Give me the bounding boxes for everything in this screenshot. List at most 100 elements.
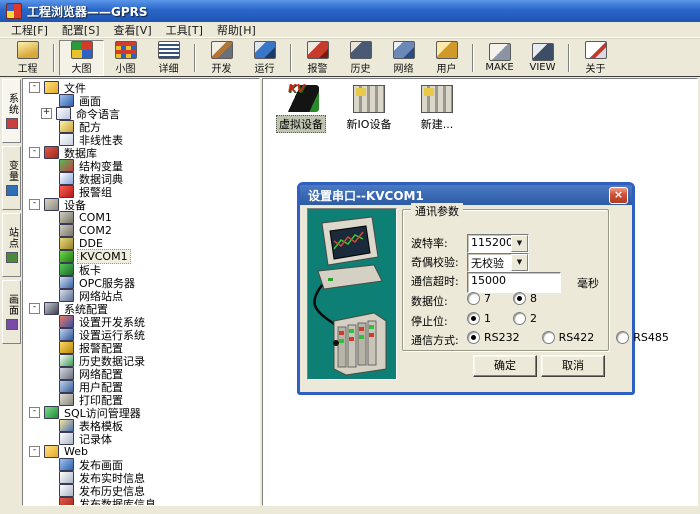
toolbar-button-详细[interactable]: 详细 <box>147 41 190 75</box>
radio-label: 7 <box>484 292 491 305</box>
toolbar-button-网络[interactable]: 网络 <box>382 41 425 75</box>
tree-item-报警组[interactable]: 报警组 <box>23 185 259 198</box>
tree-item-label: 发布数据库信息 <box>77 496 158 507</box>
com-port-icon <box>59 211 74 224</box>
toolbar-separator <box>290 44 292 72</box>
menu-item[interactable]: 帮助[H] <box>210 22 263 38</box>
publish-screen-icon <box>59 458 74 471</box>
dialog-titlebar[interactable]: 设置串口--KVCOM1 × <box>300 185 632 205</box>
opc-server-icon <box>59 276 74 289</box>
dev-system-icon <box>59 315 74 328</box>
menu-item[interactable]: 工具[T] <box>159 22 210 38</box>
menu-item[interactable]: 配置[S] <box>55 22 107 38</box>
timeout-input[interactable]: 15000 <box>467 272 561 293</box>
stop-bits-option-1[interactable]: 1 <box>467 312 491 325</box>
device-item-新IO设备[interactable]: 新IO设备 <box>341 83 397 133</box>
close-icon[interactable]: × <box>609 187 628 204</box>
screen-icon <box>59 94 74 107</box>
tree-item-Web[interactable]: -Web <box>23 445 259 458</box>
radio-icon <box>542 331 555 344</box>
tree-item-结构变量[interactable]: 结构变量 <box>23 159 259 172</box>
radio-icon <box>467 331 480 344</box>
side-tab-strip: 系统变量站点画面 <box>0 78 21 512</box>
tree-item-DDE[interactable]: DDE <box>23 237 259 250</box>
tree-item-网络站点[interactable]: 网络站点 <box>23 289 259 302</box>
tree-item-历史数据记录[interactable]: 历史数据记录 <box>23 354 259 367</box>
toolbar-button-小图[interactable]: 小图 <box>104 41 147 75</box>
tree-item-COM2[interactable]: COM2 <box>23 224 259 237</box>
device-item-虚拟设备[interactable]: KV虚拟设备 <box>273 83 329 133</box>
comm-mode-label: 通信方式: <box>411 332 459 348</box>
record-body-icon <box>59 432 74 445</box>
toolbar-button-开发[interactable]: 开发 <box>200 41 243 75</box>
tree-item-表格模板[interactable]: 表格模板 <box>23 419 259 432</box>
tree-item-用户配置[interactable]: 用户配置 <box>23 380 259 393</box>
tree-item-设备[interactable]: -设备 <box>23 198 259 211</box>
expand-toggle-icon[interactable]: - <box>29 303 40 314</box>
comm-mode-radio-group: RS232 RS422 RS485 <box>467 331 691 344</box>
toolbar-button-用户[interactable]: 用户 <box>425 41 468 75</box>
tree-item-非线性表[interactable]: 非线性表 <box>23 133 259 146</box>
toolbar-button-大图[interactable]: 大图 <box>59 40 104 76</box>
view-icon <box>532 43 554 61</box>
parity-select[interactable]: 无校验▼ <box>467 253 529 272</box>
toolbar-button-运行[interactable]: 运行 <box>243 41 286 75</box>
device-icon-list: KV虚拟设备新IO设备新建... <box>263 79 697 137</box>
radio-label: 8 <box>530 292 537 305</box>
com-port-icon <box>59 224 74 237</box>
data-bits-option-7[interactable]: 7 <box>467 292 491 305</box>
comm-mode-option-RS422[interactable]: RS422 <box>542 331 595 344</box>
toolbar-button-报警[interactable]: 报警 <box>296 41 339 75</box>
toolbar-button-VIEW[interactable]: VIEW <box>521 41 564 75</box>
side-tab-系统[interactable]: 系统 <box>2 79 21 143</box>
tree-item-文件[interactable]: -文件 <box>23 81 259 94</box>
tree-item-COM1[interactable]: COM1 <box>23 211 259 224</box>
device-item-新建...[interactable]: 新建... <box>409 83 465 133</box>
chevron-down-icon[interactable]: ▼ <box>511 235 528 252</box>
stop-bits-option-2[interactable]: 2 <box>513 312 537 325</box>
cancel-button[interactable]: 取消 <box>541 355 605 377</box>
tree-item-命令语言[interactable]: +命令语言 <box>23 107 259 120</box>
data-bits-option-8[interactable]: 8 <box>513 292 537 305</box>
expand-toggle-icon[interactable]: - <box>29 199 40 210</box>
comm-mode-option-RS232[interactable]: RS232 <box>467 331 520 344</box>
toolbar-button-MAKE[interactable]: MAKE <box>478 41 521 75</box>
menu-item[interactable]: 查看[V] <box>107 22 159 38</box>
chevron-down-icon[interactable]: ▼ <box>511 254 528 271</box>
expand-toggle-icon[interactable]: - <box>29 446 40 457</box>
side-tab-变量[interactable]: 变量 <box>2 146 21 210</box>
project-tree[interactable]: -文件画面+命令语言配方非线性表-数据库结构变量数据词典报警组-设备COM1CO… <box>22 78 260 506</box>
window-titlebar[interactable]: 工程浏览器——GPRS <box>0 0 700 22</box>
expand-toggle-icon[interactable]: + <box>41 108 52 119</box>
tree-item-SQL访问管理器[interactable]: -SQL访问管理器 <box>23 406 259 419</box>
tree-item-KVCOM1[interactable]: KVCOM1 <box>23 250 259 263</box>
tree-item-画面[interactable]: 画面 <box>23 94 259 107</box>
side-tab-站点[interactable]: 站点 <box>2 213 21 277</box>
toolbar-button-工程[interactable]: 工程 <box>6 41 49 75</box>
tree-item-数据库[interactable]: -数据库 <box>23 146 259 159</box>
tree-item-记录体[interactable]: 记录体 <box>23 432 259 445</box>
comm-mode-option-RS485[interactable]: RS485 <box>616 331 669 344</box>
expand-toggle-icon[interactable]: - <box>29 147 40 158</box>
tree-item-OPC服务器[interactable]: OPC服务器 <box>23 276 259 289</box>
expand-toggle-icon[interactable]: - <box>29 407 40 418</box>
toolbar-button-label: 关于 <box>584 60 608 75</box>
expand-toggle-icon[interactable]: - <box>29 82 40 93</box>
system-tab-icon <box>6 118 18 129</box>
toolbar-separator <box>53 44 55 72</box>
tree-item-配方[interactable]: 配方 <box>23 120 259 133</box>
dde-icon <box>59 237 74 250</box>
tree-item-发布数据库信息[interactable]: 发布数据库信息 <box>23 497 259 506</box>
tree-item-网络配置[interactable]: 网络配置 <box>23 367 259 380</box>
baud-select[interactable]: 115200▼ <box>467 234 529 253</box>
baud-label: 波特率: <box>411 235 448 251</box>
computer-plc-illustration <box>307 208 397 380</box>
toolbar-button-关于[interactable]: 关于 <box>574 41 617 75</box>
side-tab-画面[interactable]: 画面 <box>2 280 21 344</box>
toolbar-button-历史[interactable]: 历史 <box>339 41 382 75</box>
ok-button[interactable]: 确定 <box>473 355 537 377</box>
tree-item-数据词典[interactable]: 数据词典 <box>23 172 259 185</box>
tree-item-板卡[interactable]: 板卡 <box>23 263 259 276</box>
tree-item-设置运行系统[interactable]: 设置运行系统 <box>23 328 259 341</box>
menu-item[interactable]: 工程[F] <box>4 22 55 38</box>
